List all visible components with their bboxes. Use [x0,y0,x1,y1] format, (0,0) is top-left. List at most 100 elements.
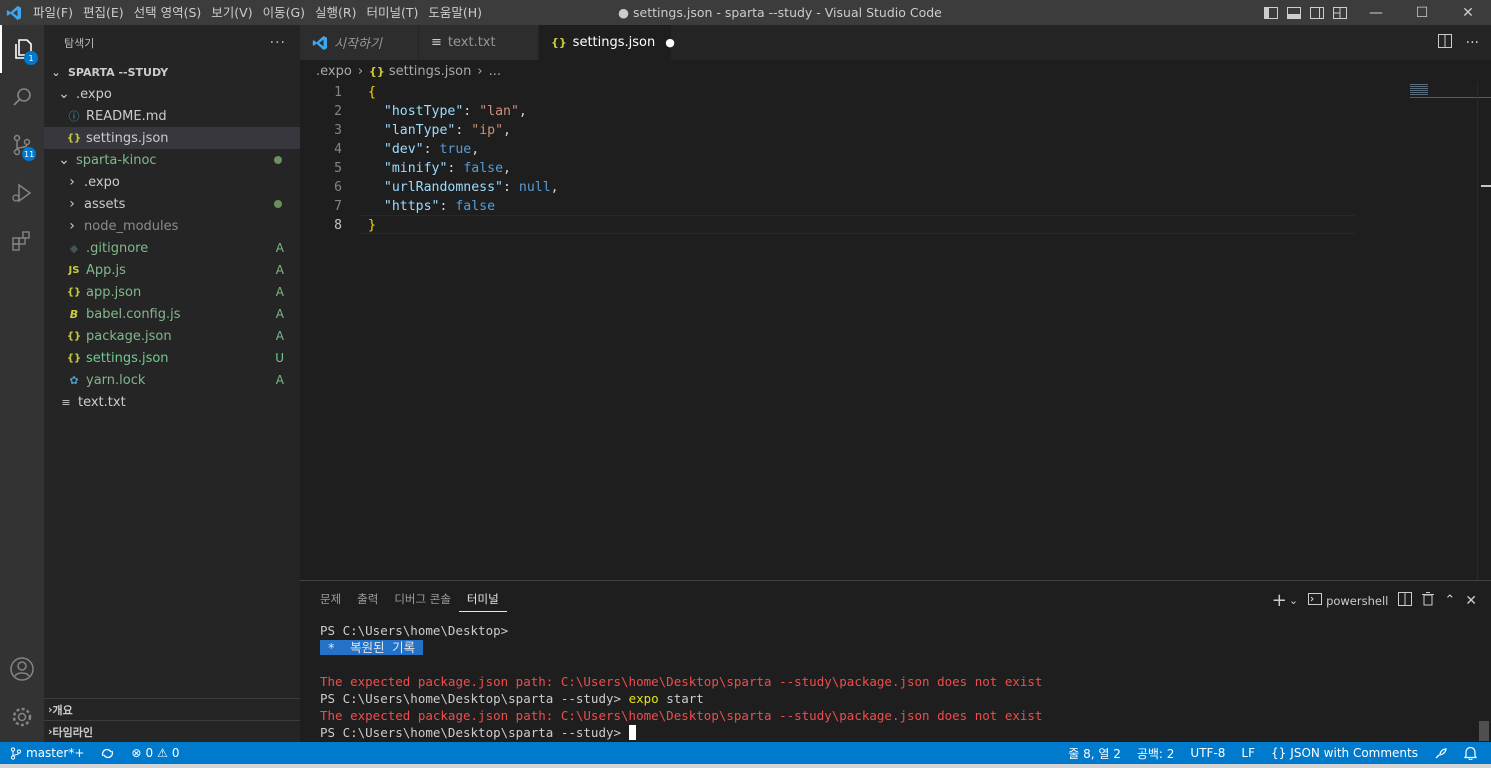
text-file-icon: ≡ [431,35,442,50]
menu-item[interactable]: 이동(G) [258,0,310,25]
maximize-panel-icon[interactable]: ⌃ [1444,593,1455,608]
code-editor[interactable]: 1 {2 "hostType": "lan", 3 "lanType": "ip",… [300,82,1491,580]
error-count: 0 [145,746,154,760]
minimize-button[interactable]: — [1353,0,1399,25]
tree-item[interactable]: › node_modules [44,215,300,237]
code-token: : [463,104,480,119]
split-terminal-icon[interactable] [1398,592,1413,609]
menu-item[interactable]: 파일(F) [28,0,78,25]
menu-item[interactable]: 실행(R) [310,0,361,25]
accounts-activity[interactable] [0,645,44,693]
line-number: 1 [334,85,342,100]
code-token: : [502,180,519,195]
editor-scrollbar[interactable] [1477,82,1491,580]
toggle-panel-icon[interactable] [1285,4,1302,21]
terminal-shell-name[interactable]: powershell [1326,594,1388,608]
unsaved-dot-icon[interactable]: ● [665,36,675,49]
terminal-text: PS C:\Users\home\Desktop\sparta --study> [320,691,629,706]
line-number: 4 [334,142,342,157]
explorer-activity[interactable]: 1 [0,25,44,73]
extensions-activity[interactable] [0,217,44,265]
tree-item[interactable]: {} settings.json U [44,347,300,369]
new-terminal-icon[interactable]: + [1272,590,1287,611]
toggle-secondary-sidebar-icon[interactable] [1308,4,1325,21]
breadcrumb-folder[interactable]: .expo [316,64,352,79]
git-status-badge: A [275,263,284,277]
notifications-bell-icon[interactable] [1456,746,1491,760]
timeline-section[interactable]: › 타임라인 [44,720,300,742]
panel-tab[interactable]: 문제 [312,590,349,616]
manage-activity[interactable] [0,693,44,741]
terminal-output[interactable]: PS C:\Users\home\Desktop> * 복원된 기록 The e… [320,622,1042,741]
tree-item-label: sparta-kinoc [76,152,157,168]
problems-indicator[interactable]: ⊗ 0 ⚠ 0 [123,746,187,760]
indentation[interactable]: 공백: 2 [1129,745,1183,762]
breadcrumb-file[interactable]: {} settings.json [369,64,471,79]
chevron-down-icon: ⌄ [58,86,70,102]
code-token: , [503,161,511,176]
split-editor-icon[interactable] [1437,33,1452,52]
tree-item[interactable]: ≡ text.txt [44,391,300,413]
language-mode[interactable]: {} JSON with Comments [1263,746,1426,760]
tree-item[interactable]: ⓘ README.md [44,105,300,127]
tab-settings-json[interactable]: {} settings.json ● [539,25,675,60]
tab-text-txt[interactable]: ≡ text.txt [419,25,539,60]
terminal-scrollbar[interactable] [1479,721,1489,741]
trash-icon[interactable] [1422,592,1435,609]
code-line: "minify": false, [368,159,511,178]
code-token: : [455,123,472,138]
language-label: JSON with Comments [1290,746,1418,760]
panel-actions: + ⌄ powershell ⌃ ✕ [1272,590,1477,611]
tree-item-label: assets [84,196,126,212]
close-panel-icon[interactable]: ✕ [1465,593,1477,609]
panel-tab[interactable]: 출력 [349,590,386,616]
warning-count: 0 [171,746,180,760]
tree-item[interactable]: ⌄ .expo [44,83,300,105]
code-line: } [368,216,376,235]
menu-item[interactable]: 편집(E) [78,0,129,25]
source-control-activity[interactable]: 11 [0,121,44,169]
outline-section[interactable]: › 개요 [44,698,300,720]
end-of-line[interactable]: LF [1233,746,1263,760]
tree-item[interactable]: {} settings.json [44,127,300,149]
tree-item[interactable]: ⌄ sparta-kinoc [44,149,300,171]
git-branch[interactable]: master*+ [0,746,92,760]
breadcrumb-symbol[interactable]: ... [489,64,501,79]
search-activity[interactable] [0,73,44,121]
tree-item[interactable]: › .expo [44,171,300,193]
tab-welcome[interactable]: 시작하기 [300,25,419,60]
tree-item[interactable]: ✿ yarn.lock A [44,369,300,391]
tree-item[interactable]: {} package.json A [44,325,300,347]
chevron-down-icon: ⌄ [51,65,61,79]
terminal-text: The expected package.json path: C:\Users… [320,708,1043,723]
chevron-down-icon[interactable]: ⌄ [1289,594,1298,607]
sync-button[interactable] [92,747,123,760]
toggle-primary-sidebar-icon[interactable] [1262,4,1279,21]
tree-item[interactable]: ◆ .gitignore A [44,237,300,259]
menu-item[interactable]: 선택 영역(S) [129,0,207,25]
minimap[interactable] [1364,82,1491,580]
more-actions-button[interactable]: ··· [270,35,286,51]
tree-item[interactable]: › assets [44,193,300,215]
explorer-sidebar: 탐색기 ··· ⌄ SPARTA --STUDY ⌄ .expo ⓘ README.m… [44,25,300,742]
encoding[interactable]: UTF-8 [1182,746,1233,760]
maximize-button[interactable]: ☐ [1399,0,1445,25]
tree-item[interactable]: JS App.js A [44,259,300,281]
panel-tab[interactable]: 디버그 콘솔 [386,590,459,616]
more-actions-icon[interactable]: ··· [1466,35,1479,51]
menu-item[interactable]: 터미널(T) [362,0,424,25]
terminal-args: start [658,691,704,706]
menu-item[interactable]: 보기(V) [206,0,257,25]
feedback-icon[interactable] [1426,746,1456,760]
run-debug-activity[interactable] [0,169,44,217]
close-button[interactable]: ✕ [1445,0,1491,25]
json-file-icon: {} [66,330,82,342]
panel-tab[interactable]: 터미널 [458,590,507,612]
workspace-root[interactable]: ⌄ SPARTA --STUDY [44,61,300,83]
tree-item[interactable]: Bbabel.config.js A [44,303,300,325]
customize-layout-icon[interactable] [1331,4,1348,21]
menu-item[interactable]: 도움말(H) [423,0,487,25]
tree-item[interactable]: {} app.json A [44,281,300,303]
cursor-position[interactable]: 줄 8, 열 2 [1060,745,1129,762]
